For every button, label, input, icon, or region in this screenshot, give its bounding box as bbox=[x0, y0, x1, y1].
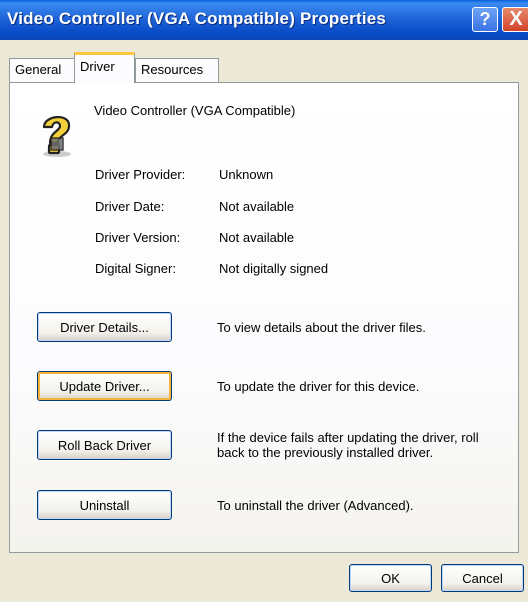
driver-version-label: Driver Version: bbox=[95, 230, 181, 245]
driver-date-label: Driver Date: bbox=[95, 199, 165, 214]
driver-details-description: To view details about the driver files. bbox=[217, 320, 426, 335]
roll-back-driver-description: If the device fails after updating the d… bbox=[217, 430, 479, 460]
unknown-device-question-icon bbox=[42, 116, 71, 157]
uninstall-button[interactable]: Uninstall bbox=[37, 490, 172, 520]
driver-details-button[interactable]: Driver Details... bbox=[37, 312, 172, 342]
driver-date-value: Not available bbox=[219, 199, 295, 214]
window-title: Video Controller (VGA Compatible) Proper… bbox=[7, 9, 387, 28]
digital-signer-value: Not digitally signed bbox=[219, 261, 329, 276]
tab-resources[interactable]: Resources bbox=[135, 58, 219, 82]
title-bar[interactable]: Video Controller (VGA Compatible) Proper… bbox=[0, 0, 528, 40]
close-icon: X bbox=[509, 8, 523, 30]
driver-version-value: Not available bbox=[219, 230, 295, 245]
digital-signer-label: Digital Signer: bbox=[95, 261, 176, 276]
roll-back-driver-button[interactable]: Roll Back Driver bbox=[37, 430, 172, 460]
ok-button[interactable]: OK bbox=[349, 564, 432, 592]
tab-general[interactable]: General bbox=[9, 58, 75, 82]
uninstall-description: To uninstall the driver (Advanced). bbox=[217, 498, 414, 513]
help-icon: ? bbox=[479, 9, 491, 29]
tab-driver[interactable]: Driver bbox=[74, 52, 135, 83]
update-driver-description: To update the driver for this device. bbox=[217, 379, 420, 394]
close-button[interactable]: X bbox=[502, 7, 528, 32]
update-driver-button[interactable]: Update Driver... bbox=[37, 371, 172, 401]
device-name: Video Controller (VGA Compatible) bbox=[94, 103, 296, 118]
driver-provider-value: Unknown bbox=[219, 167, 274, 182]
driver-provider-label: Driver Provider: bbox=[95, 167, 186, 182]
cancel-button[interactable]: Cancel bbox=[441, 564, 524, 592]
help-button[interactable]: ? bbox=[472, 7, 498, 32]
